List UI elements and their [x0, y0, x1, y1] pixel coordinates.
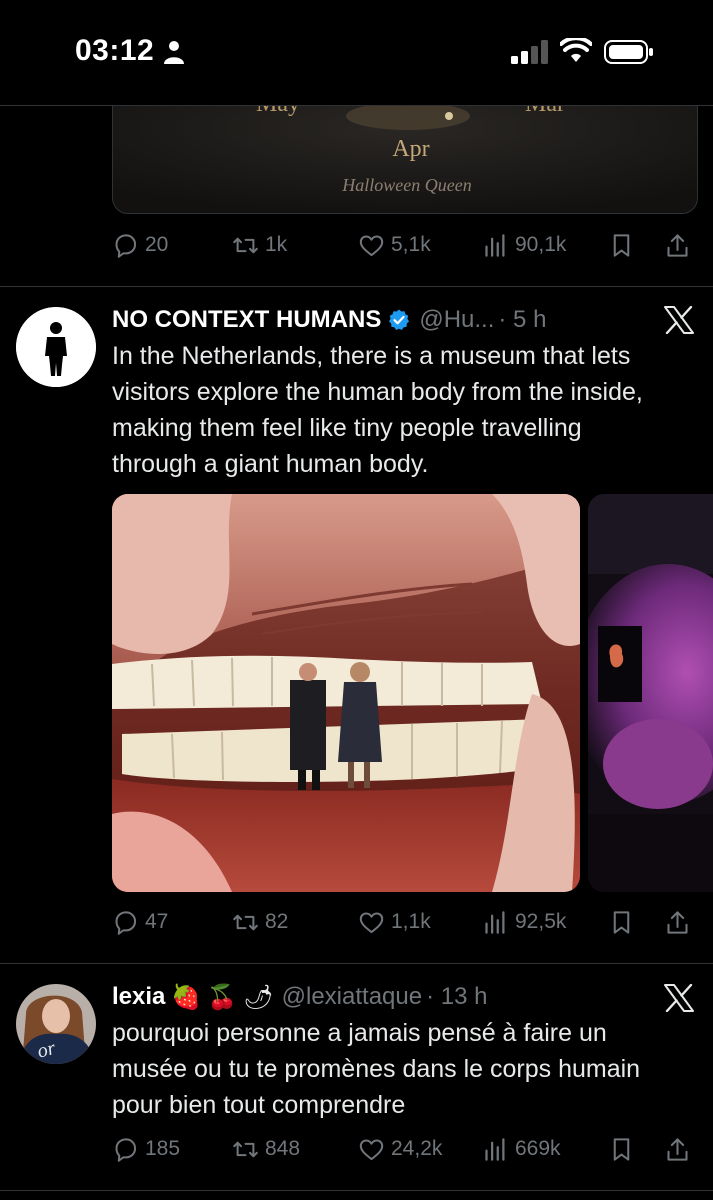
bookmark-button[interactable]	[608, 1132, 635, 1166]
repost-button[interactable]: 82	[232, 905, 288, 939]
display-name[interactable]: lexia	[112, 983, 165, 1011]
tweet2-actions: 185 848 24,2k 669k	[112, 1132, 696, 1166]
repost-count: 1k	[265, 233, 288, 256]
views-bar-chart-icon	[485, 1137, 505, 1161]
repost-button[interactable]: 1k	[232, 228, 287, 262]
views-count: 90,1k	[515, 233, 567, 256]
cherries-emoji: 🍒	[207, 983, 238, 1011]
tweet1-actions: 47 82 1,1k 92,5k	[112, 905, 696, 939]
views-count: 669k	[515, 1137, 561, 1160]
divider	[0, 286, 713, 287]
heart-icon	[359, 234, 384, 256]
timestamp[interactable]: · 13 h	[426, 983, 487, 1011]
person-silhouette-icon	[16, 307, 96, 387]
tweet-text-line: pourquoi personne a jamais pensé à faire…	[112, 1019, 607, 1047]
prev-tweet-actions: 20 1k 5,1k 90,1k	[112, 228, 696, 262]
repost-button[interactable]: 848	[232, 1132, 300, 1166]
display-name[interactable]: NO CONTEXT HUMANS	[112, 306, 381, 334]
share-icon	[667, 233, 688, 257]
bookmark-button[interactable]	[608, 228, 635, 262]
x-logo-icon[interactable]	[664, 306, 694, 334]
tweet-image-kidney[interactable]	[588, 494, 713, 892]
cellular-signal-icon	[511, 40, 548, 64]
avatar[interactable]	[16, 307, 96, 387]
views-button[interactable]: 90,1k	[482, 228, 566, 262]
views-button[interactable]: 669k	[482, 1132, 561, 1166]
wifi-icon	[560, 38, 592, 62]
share-button[interactable]	[664, 228, 691, 262]
views-button[interactable]: 92,5k	[482, 905, 566, 939]
bookmark-button[interactable]	[608, 905, 635, 939]
reply-count: 47	[145, 910, 169, 933]
reply-icon	[115, 1137, 137, 1162]
like-count: 5,1k	[391, 233, 431, 256]
user-handle[interactable]: @Hu...	[419, 306, 494, 334]
like-button[interactable]: 5,1k	[358, 228, 431, 262]
reply-count: 185	[145, 1137, 181, 1160]
views-count: 92,5k	[515, 910, 567, 933]
user-handle[interactable]: @lexiattaque	[282, 983, 422, 1011]
battery-icon	[604, 40, 653, 64]
x-logo-icon[interactable]	[664, 984, 694, 1012]
timestamp[interactable]: · 5 h	[498, 306, 546, 334]
person-icon	[164, 41, 184, 64]
divider	[0, 1190, 713, 1191]
tweet-text: pourquoi personne a jamais pensé à faire…	[112, 1015, 702, 1123]
bookmark-icon	[613, 910, 630, 934]
reply-button[interactable]: 47	[112, 905, 168, 939]
heart-icon	[359, 1138, 384, 1160]
tweet-header: NO CONTEXT HUMANS @Hu... · 5 h	[112, 304, 546, 336]
share-icon	[667, 910, 688, 934]
repost-count: 82	[265, 910, 289, 933]
like-count: 24,2k	[391, 1137, 443, 1160]
reply-icon	[115, 233, 137, 258]
hot-pepper-emoji: 🌶	[243, 983, 274, 1011]
reply-button[interactable]: 20	[112, 228, 168, 262]
month-label-center: Apr	[392, 136, 429, 162]
divider	[0, 963, 713, 964]
bookmark-icon	[613, 233, 630, 257]
tweet-text: In the Netherlands, there is a museum th…	[112, 338, 702, 482]
status-time: 03:12	[75, 34, 155, 67]
bookmark-icon	[613, 1137, 630, 1161]
like-button[interactable]: 1,1k	[358, 905, 431, 939]
status-bar: 03:12	[0, 0, 713, 106]
tweet-text-line: pour bien tout comprendre	[112, 1091, 406, 1119]
share-icon	[667, 1137, 688, 1161]
tweet-header: lexia 🍓 🍒 🌶 @lexiattaque · 13 h	[112, 981, 487, 1013]
tweet-text-line: visitors explore the human body from the…	[112, 378, 643, 406]
views-bar-chart-icon	[485, 233, 505, 257]
previous-tweet-media[interactable]: May Mar Apr Halloween Queen	[112, 90, 698, 214]
reply-icon	[115, 910, 137, 935]
repost-icon	[233, 914, 258, 930]
repost-count: 848	[265, 1137, 301, 1160]
strawberry-emoji: 🍓	[171, 983, 202, 1011]
tweet-image-mouth[interactable]	[112, 494, 580, 892]
tweet-text-line: musée ou tu te promènes dans le corps hu…	[112, 1055, 641, 1083]
repost-icon	[233, 237, 258, 253]
reply-count: 20	[145, 233, 169, 256]
like-button[interactable]: 24,2k	[358, 1132, 442, 1166]
share-button[interactable]	[664, 905, 691, 939]
tweet-text-line: In the Netherlands, there is a museum th…	[112, 342, 631, 370]
share-button[interactable]	[664, 1132, 691, 1166]
tweet-text-line: through a giant human body.	[112, 450, 429, 478]
reply-button[interactable]: 185	[112, 1132, 180, 1166]
views-bar-chart-icon	[485, 910, 505, 934]
repost-icon	[233, 1141, 258, 1157]
heart-icon	[359, 911, 384, 933]
like-count: 1,1k	[391, 910, 431, 933]
verified-badge-icon	[389, 309, 410, 330]
tweet-text-line: making them feel like tiny people travel…	[112, 414, 582, 442]
avatar[interactable]: or	[16, 984, 96, 1064]
image-caption: Halloween Queen	[341, 175, 471, 195]
